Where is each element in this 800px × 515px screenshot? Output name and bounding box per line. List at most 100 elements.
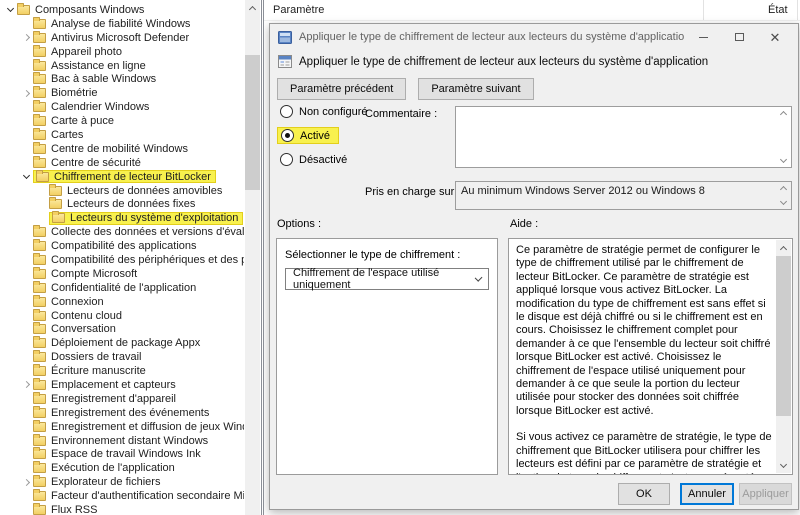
tree-item[interactable]: Analyse de fiabilité Windows [0,16,244,31]
chevron-right-icon[interactable] [20,34,33,42]
tree-item-label: Antivirus Microsoft Defender [51,31,190,44]
tree-item[interactable]: Facteur d'authentification secondaire Mi… [0,489,244,503]
next-setting-button[interactable]: Paramètre suivant [418,78,534,100]
tree-item[interactable]: Collecte des données et versions d'évalu… [0,225,244,239]
encryption-type-value: Chiffrement de l'espace utilisé uniqueme… [293,267,440,291]
tree-item[interactable]: Appareil photo [0,44,244,59]
folder-icon [52,211,65,224]
folder-icon [33,266,46,279]
tree-item-label: Lecteurs de données fixes [67,198,196,211]
tree-item-label: Composants Windows [35,3,145,16]
tree-item[interactable]: Enregistrement et diffusion de jeux Wind… [0,419,244,434]
folder-icon [33,489,46,502]
tree-item[interactable]: Confidentialité de l'application [0,280,244,295]
folder-icon [33,391,46,404]
tree-item[interactable]: Écriture manuscrite [0,364,244,378]
tree-item[interactable]: Bac à sable Windows [0,72,244,86]
scroll-down-icon[interactable] [779,197,788,206]
radio-checked-icon[interactable] [281,129,294,142]
folder-icon [33,155,46,168]
policy-icon [278,55,292,68]
list-header: Paramètre État [264,0,800,21]
help-paragraph: Ce paramètre de stratégie permet de conf… [516,244,771,417]
tree-item[interactable]: Espace de travail Windows Ink [0,447,244,462]
folder-icon [33,114,46,127]
close-button[interactable]: ✕ [757,24,793,50]
chevron-right-icon[interactable] [20,89,33,97]
scroll-up-icon[interactable] [245,0,260,15]
tree-item[interactable]: Lecteurs de données fixes [0,197,244,211]
scroll-down-icon[interactable] [779,155,788,164]
folder-icon [33,72,46,85]
scroll-up-icon[interactable] [779,110,788,119]
scroll-up-icon[interactable] [776,240,791,255]
tree-item-label: Carte à puce [51,115,114,128]
comment-input[interactable] [455,106,792,168]
tree-item[interactable]: Carte à puce [0,114,244,128]
radio-icon[interactable] [280,105,293,118]
maximize-button[interactable] [721,24,757,50]
cancel-button[interactable]: Annuler [680,483,734,505]
tree-item[interactable]: Antivirus Microsoft Defender [0,30,244,45]
scroll-up-icon[interactable] [779,185,788,194]
tree-scrollbar[interactable] [245,0,260,515]
column-header-parametre[interactable]: Paramètre [264,0,704,20]
tree-item[interactable]: Centre de sécurité [0,155,244,170]
tree-item[interactable]: Enregistrement d'appareil [0,391,244,406]
chevron-right-icon[interactable] [20,478,33,486]
tree-item[interactable]: Environnement distant Windows [0,433,244,448]
chevron-down-icon[interactable] [20,172,33,180]
tree-item[interactable]: Contenu cloud [0,308,244,323]
radio-enabled[interactable]: Activé [277,127,368,144]
scrollbar-thumb[interactable] [245,55,260,190]
folder-icon [33,503,46,515]
tree-item[interactable]: Compte Microsoft [0,266,244,281]
supported-on-value: Au minimum Windows Server 2012 ou Window… [455,181,792,210]
highlight-annotation: Chiffrement de lecteur BitLocker [33,169,216,184]
radio-icon[interactable] [280,153,293,166]
tree-item-label: Centre de mobilité Windows [51,142,188,155]
encryption-type-label: Sélectionner le type de chiffrement : [285,249,461,261]
radio-not-configured[interactable]: Non configuré [280,103,368,120]
previous-setting-button[interactable]: Paramètre précédent [277,78,407,100]
radio-disabled[interactable]: Désactivé [280,151,368,168]
tree-item[interactable]: Lecteurs du système d'exploitation [0,211,244,225]
tree-item[interactable]: Lecteurs de données amovibles [0,183,244,198]
scroll-down-icon[interactable] [776,458,791,473]
tree-item[interactable]: Déploiement de package Appx [0,336,244,350]
folder-icon [33,475,46,488]
tree-item[interactable]: Dossiers de travail [0,350,244,364]
ok-button[interactable]: OK [618,483,670,505]
tree-item[interactable]: Composants Windows [0,3,244,17]
tree-item[interactable]: Calendrier Windows [0,100,244,114]
tree-item-label: Flux RSS [51,504,98,515]
tree-item[interactable]: Centre de mobilité Windows [0,141,244,156]
tree-item[interactable]: Conversation [0,322,244,336]
column-header-etat[interactable]: État [704,0,798,20]
tree-item[interactable]: Enregistrement des événements [0,405,244,420]
tree-item[interactable]: Flux RSS [0,503,244,515]
tree-item[interactable]: Assistance en ligne [0,58,244,73]
tree-item[interactable]: Compatibilité des applications [0,239,244,253]
scrollbar-thumb[interactable] [776,256,791,416]
folder-icon [33,30,46,43]
tree-item[interactable]: Biométrie [0,86,244,100]
tree-item[interactable]: Explorateur de fichiers [0,475,244,489]
policy-tree: Composants Windows Analyse de fiabilité W… [0,3,244,515]
tree-item[interactable]: Emplacement et capteurs [0,377,244,392]
minimize-icon [698,36,708,38]
encryption-type-dropdown[interactable]: Chiffrement de l'espace utilisé uniqueme… [285,267,489,291]
comment-label: Commentaire : [365,108,438,120]
tree-item[interactable]: Cartes [0,127,244,142]
tree-item-label: Facteur d'authentification secondaire Mi… [51,490,244,503]
chevron-right-icon[interactable] [20,381,33,389]
tree-item[interactable]: Exécution de l'application [0,461,244,475]
folder-icon [49,183,62,196]
minimize-button[interactable] [685,24,721,50]
help-scrollbar[interactable] [776,240,791,473]
chevron-down-icon[interactable] [4,5,17,13]
tree-item[interactable]: Compatibilité des périphériques et des p… [0,252,244,267]
tree-item[interactable]: Connexion [0,294,244,309]
folder-icon [33,447,46,460]
tree-item[interactable]: Chiffrement de lecteur BitLocker [0,169,244,184]
